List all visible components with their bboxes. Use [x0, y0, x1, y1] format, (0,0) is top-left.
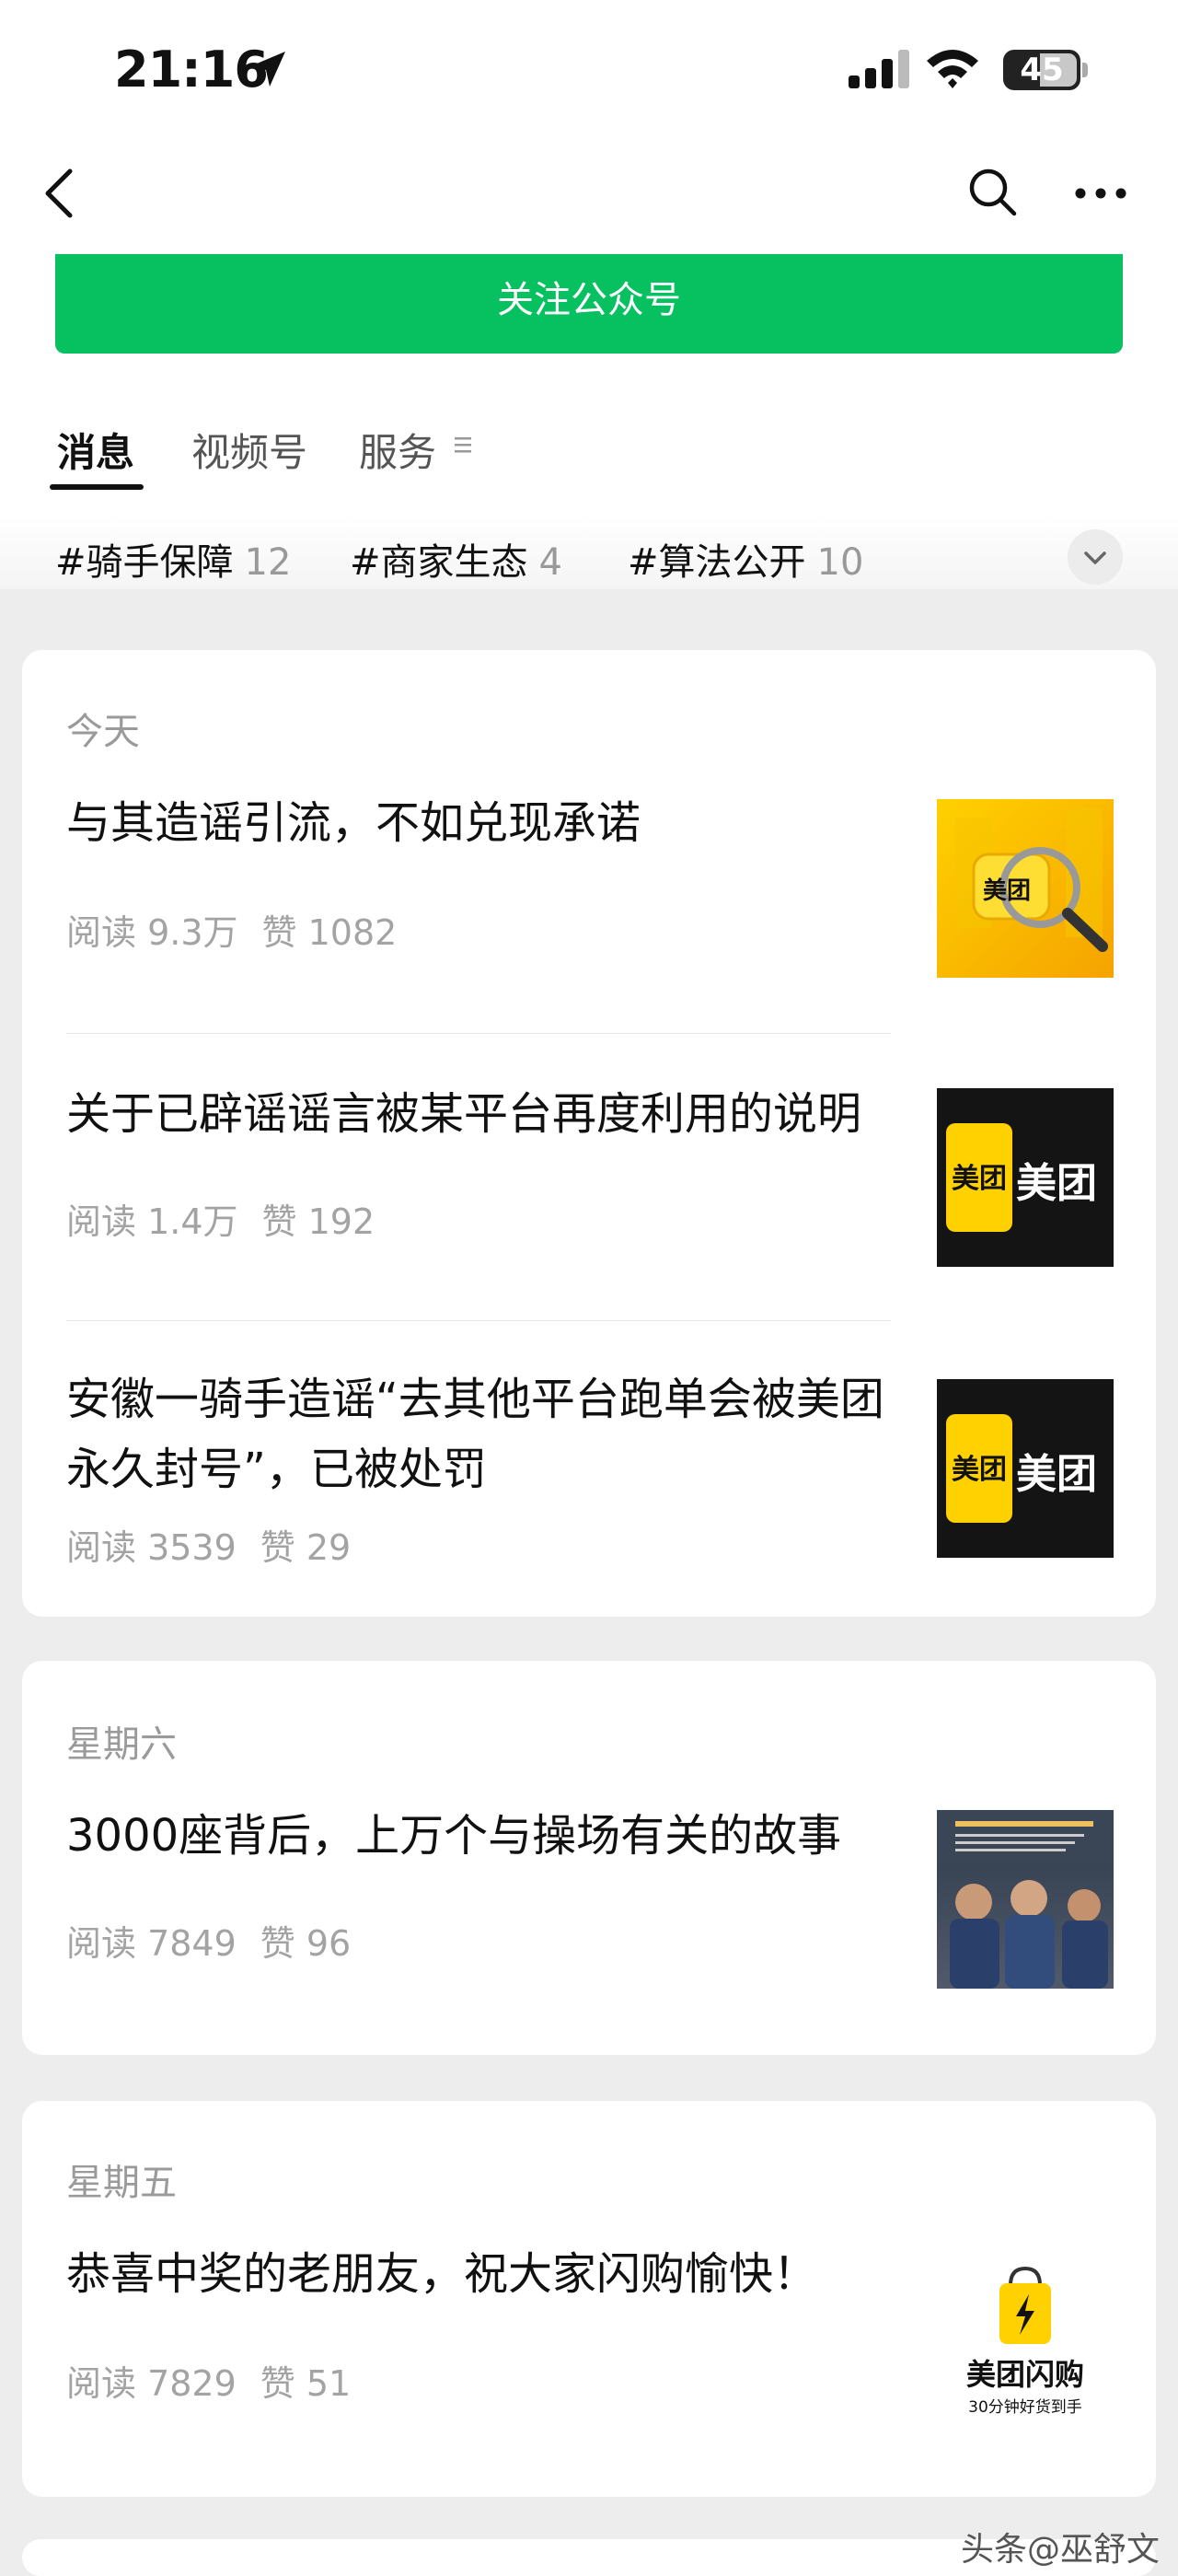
- divider: [66, 1320, 891, 1321]
- tab-channels[interactable]: 视频号: [191, 422, 307, 478]
- like-count: 赞 96: [260, 1923, 352, 1964]
- topic-name: #商家生态: [350, 541, 528, 584]
- topic-rider-protection[interactable]: #骑手保障 12: [55, 532, 291, 586]
- cellular-signal-icon: [849, 50, 909, 88]
- article-group-today: 今天 与其造谣引流，不如兑现承诺 阅读 9.3万赞 1082 美团 关于已辟谣谣…: [22, 650, 1156, 1617]
- thumbnail-logo-text: 美团: [952, 1454, 1007, 1486]
- divider: [66, 1033, 891, 1034]
- topic-count: 12: [244, 541, 292, 584]
- article-title[interactable]: 恭喜中奖的老朋友，祝大家闪购愉快！: [66, 2239, 922, 2309]
- active-tab-indicator: [50, 484, 144, 490]
- article-thumbnail[interactable]: [937, 1810, 1114, 1989]
- back-icon[interactable]: [37, 166, 83, 221]
- topic-algorithm-disclosure[interactable]: #算法公开 10: [628, 532, 863, 586]
- tab-messages[interactable]: 消息: [57, 422, 134, 478]
- article-thumbnail[interactable]: 美团: [937, 799, 1114, 978]
- article-title[interactable]: 3000座背后，上万个与操场有关的故事: [66, 1801, 922, 1871]
- like-count: 赞 1082: [261, 912, 398, 953]
- read-count: 阅读 7849: [66, 1923, 237, 1964]
- watermark: 头条@巫舒文: [961, 2531, 1161, 2569]
- follow-account-button[interactable]: 关注公众号: [55, 254, 1123, 354]
- article-title[interactable]: 与其造谣引流，不如兑现承诺: [66, 788, 922, 858]
- like-count: 赞 192: [261, 1201, 375, 1242]
- day-label: 星期六: [66, 1723, 177, 1766]
- article-group-saturday: 星期六 3000座背后，上万个与操场有关的故事 阅读 7849 赞 96: [22, 1661, 1156, 2055]
- topic-merchant-ecosystem[interactable]: #商家生态 4: [350, 532, 562, 586]
- more-icon[interactable]: [1073, 184, 1128, 203]
- like-count: 赞 51: [260, 2363, 352, 2404]
- article-thumbnail[interactable]: 美团 美团: [937, 1088, 1114, 1267]
- like-count: 赞 29: [260, 1527, 352, 1568]
- article-stats: 阅读 7829 赞 51: [66, 2355, 351, 2406]
- thumbnail-logo-text: 美团: [1016, 1160, 1097, 1207]
- chevron-down-icon[interactable]: [1068, 529, 1123, 585]
- battery-level: 45: [1020, 52, 1064, 88]
- thumbnail-logo-subtext: 30分钟好货到手: [968, 2398, 1082, 2417]
- read-count: 阅读 7829: [66, 2363, 237, 2404]
- thumbnail-logo-text: 美团闪购: [966, 2357, 1084, 2392]
- read-count: 阅读 3539: [66, 1527, 237, 1568]
- thumbnail-logo-text: 美团: [1016, 1451, 1097, 1498]
- topic-name: #骑手保障: [55, 541, 234, 584]
- article-stats: 阅读 7849 赞 96: [66, 1915, 351, 1966]
- day-label: 星期五: [66, 2162, 177, 2204]
- day-label: 今天: [66, 711, 140, 753]
- search-icon[interactable]: [966, 166, 1018, 217]
- tab-services[interactable]: 服务: [359, 422, 436, 478]
- location-arrow-icon: [250, 52, 285, 87]
- menu-icon[interactable]: [453, 435, 475, 455]
- thumbnail-logo-text: 美团: [983, 876, 1031, 905]
- topic-name: #算法公开: [628, 541, 806, 584]
- article-group-friday: 星期五 恭喜中奖的老朋友，祝大家闪购愉快！ 阅读 7829 赞 51 美团闪购 3…: [22, 2101, 1156, 2497]
- article-thumbnail[interactable]: 美团闪购 30分钟好货到手: [937, 2248, 1114, 2427]
- read-count: 阅读 1.4万: [66, 1201, 238, 1242]
- meituan-logo-icon: 美团 美团: [937, 1088, 1114, 1267]
- children-photo: [937, 1810, 1114, 1989]
- article-stats: 阅读 3539 赞 29: [66, 1519, 351, 1570]
- topic-count: 10: [816, 541, 864, 584]
- magnifier-logo-icon: 美团: [955, 808, 1108, 952]
- meituan-logo-icon: 美团 美团: [937, 1379, 1114, 1558]
- thumbnail-logo-text: 美团: [952, 1163, 1007, 1195]
- read-count: 阅读 9.3万: [66, 912, 238, 953]
- article-stats: 阅读 1.4万赞 192: [66, 1193, 375, 1244]
- article-stats: 阅读 9.3万赞 1082: [66, 904, 397, 955]
- article-title[interactable]: 关于已辟谣谣言被某平台再度利用的说明: [66, 1079, 922, 1149]
- meituan-flash-buy-logo-icon: 美团闪购 30分钟好货到手: [966, 2266, 1084, 2417]
- topic-count: 4: [538, 541, 562, 584]
- article-title[interactable]: 安徽一骑手造谣“去其他平台跑单会被美团永久封号”，已被处罚: [66, 1364, 913, 1504]
- battery-indicator: 45: [1003, 50, 1088, 92]
- status-time: 21:16: [114, 41, 269, 99]
- wifi-icon: [927, 50, 978, 88]
- article-thumbnail[interactable]: 美团 美团: [937, 1379, 1114, 1558]
